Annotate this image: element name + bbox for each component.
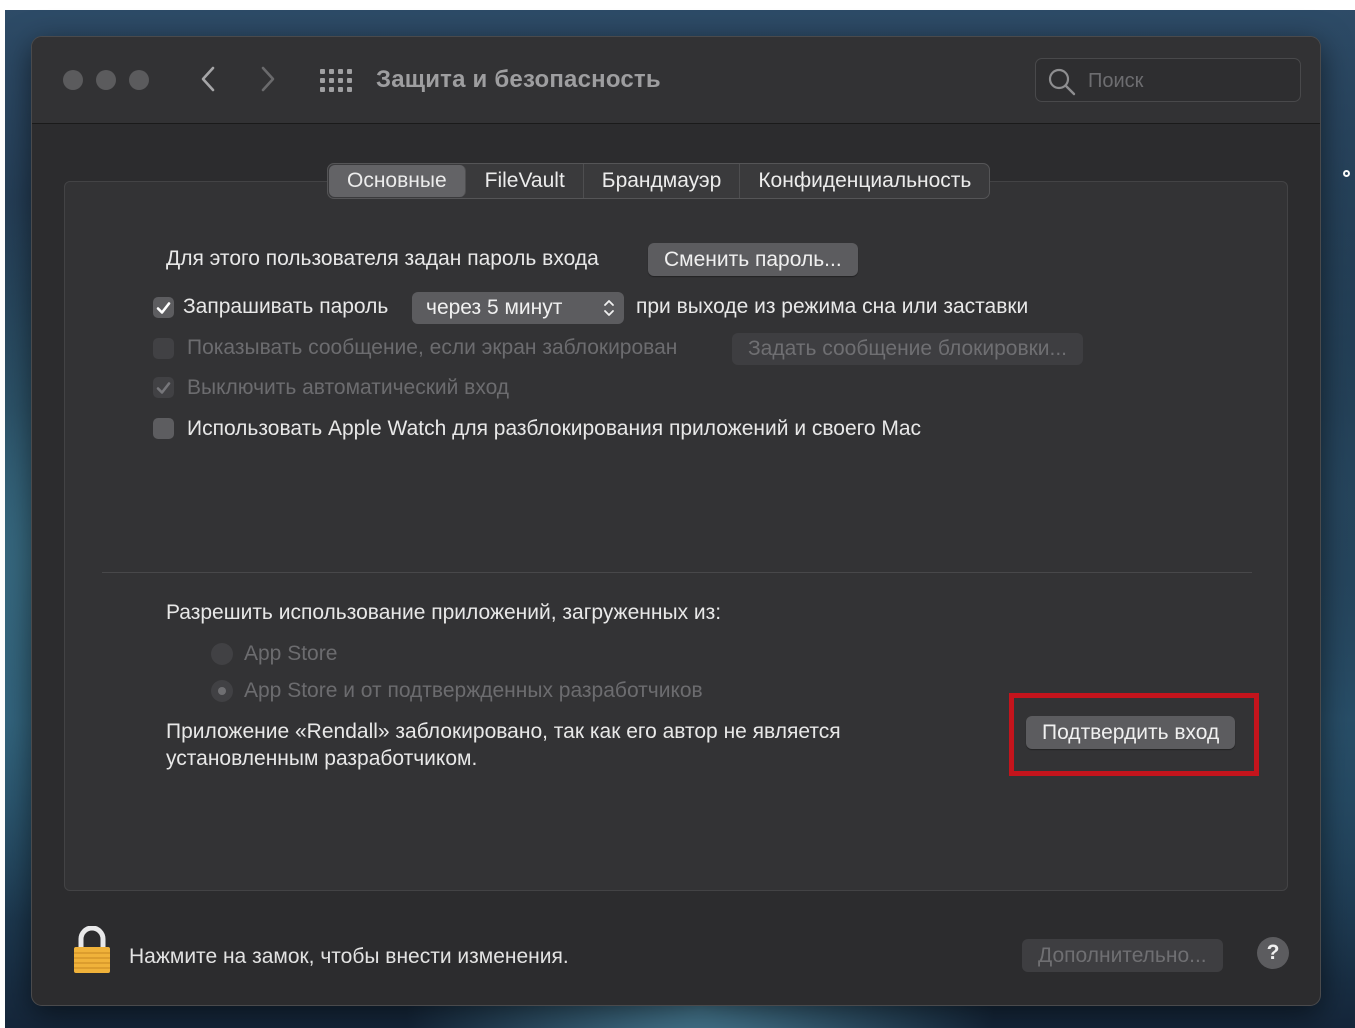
tab-privacy[interactable]: Конфиденциальность [740,164,989,198]
allow-apps-heading: Разрешить использование приложений, загр… [166,601,722,624]
highlight-box [1009,693,1259,776]
show-message-checkbox[interactable] [153,338,174,359]
radio-app-store-and-developers-label: App Store и от подтвержденных разработчи… [244,679,703,702]
tab-bar: Основные FileVault Брандмауэр Конфиденци… [327,163,991,199]
section-divider [102,572,1252,573]
password-interval-value: через 5 минут [426,296,563,319]
title-bar: Защита и безопасность [32,37,1320,124]
settings-panel [64,181,1288,891]
tab-filevault[interactable]: FileVault [467,164,584,198]
screen-top-edge [0,0,1355,10]
zoom-window-button[interactable] [129,70,149,90]
advanced-button[interactable]: Дополнительно... [1022,939,1223,972]
help-button[interactable]: ? [1257,937,1289,969]
set-lock-message-button[interactable]: Задать сообщение блокировки... [732,333,1084,365]
checkmark-icon [156,381,171,394]
show-message-label: Показывать сообщение, если экран заблоки… [187,336,678,359]
security-preferences-window: Защита и безопасность Основные FileVault… [31,36,1321,1006]
close-window-button[interactable] [63,70,83,90]
minimize-window-button[interactable] [96,70,116,90]
chevron-left-icon [201,66,215,92]
lock-message: Нажмите на замок, чтобы внести изменения… [129,945,569,968]
radio-app-store[interactable] [211,643,233,665]
forward-button[interactable] [254,64,282,94]
tab-firewall[interactable]: Брандмауэр [584,164,741,198]
lock-button[interactable] [72,925,112,979]
checkmark-icon [156,301,171,314]
chevron-right-icon [261,66,275,92]
window-title: Защита и безопасность [376,66,661,93]
blocked-app-message-line2: установленным разработчиком. [166,747,478,770]
back-button[interactable] [194,64,222,94]
require-password-label: Запрашивать пароль [183,295,389,318]
blocked-app-message-line1: Приложение «Rendall» заблокировано, так … [166,720,841,743]
screen-left-edge [0,0,5,1028]
radio-app-store-and-developers[interactable] [211,680,233,702]
tab-general[interactable]: Основные [329,165,466,197]
updown-chevron-icon [604,300,614,316]
show-all-grid-icon[interactable] [319,67,352,93]
require-password-suffix: при выходе из режима сна или заставки [636,295,1029,318]
apple-watch-checkbox[interactable] [153,418,174,439]
disable-auto-login-checkbox[interactable] [153,377,174,398]
disable-auto-login-label: Выключить автоматический вход [187,376,510,399]
password-set-label: Для этого пользователя задан пароль вход… [166,247,599,270]
require-password-checkbox[interactable] [153,297,174,318]
radio-app-store-label: App Store [244,642,338,665]
search-input[interactable] [1086,67,1290,95]
password-interval-select[interactable]: через 5 минут [412,292,624,324]
padlock-icon [74,925,110,973]
apple-watch-label: Использовать Apple Watch для разблокиров… [187,417,922,440]
edge-circle-mark [1343,170,1350,177]
search-field[interactable] [1035,58,1301,102]
search-icon [1048,68,1076,96]
change-password-button[interactable]: Сменить пароль... [648,243,858,276]
